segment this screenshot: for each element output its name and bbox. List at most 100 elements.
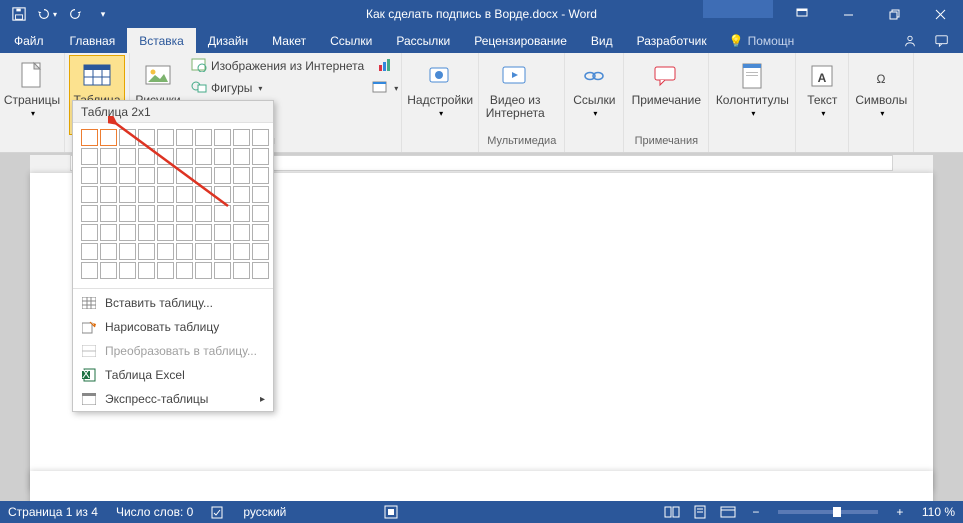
online-pictures-button[interactable]: Изображения из Интернета <box>184 55 371 77</box>
grid-cell[interactable] <box>233 243 250 260</box>
shapes-button[interactable]: Фигуры▾ <box>184 77 371 99</box>
header-footer-button[interactable]: Колонтитулы ▾ <box>713 55 791 135</box>
grid-cell[interactable] <box>138 205 155 222</box>
grid-cell[interactable] <box>81 243 98 260</box>
grid-cell[interactable] <box>119 262 136 279</box>
grid-cell[interactable] <box>195 224 212 241</box>
tab-layout[interactable]: Макет <box>260 28 318 53</box>
grid-cell[interactable] <box>138 243 155 260</box>
comments-pane-button[interactable] <box>927 28 957 53</box>
grid-cell[interactable] <box>100 167 117 184</box>
grid-cell[interactable] <box>176 148 193 165</box>
status-words[interactable]: Число слов: 0 <box>108 501 201 523</box>
grid-cell[interactable] <box>157 167 174 184</box>
undo-icon[interactable]: ▾ <box>34 2 60 26</box>
grid-cell[interactable] <box>157 224 174 241</box>
grid-cell[interactable] <box>195 186 212 203</box>
grid-cell[interactable] <box>176 167 193 184</box>
grid-cell[interactable] <box>81 167 98 184</box>
redo-icon[interactable] <box>62 2 88 26</box>
draw-table-item[interactable]: Нарисовать таблицу <box>73 315 273 339</box>
grid-cell[interactable] <box>157 129 174 146</box>
grid-cell[interactable] <box>138 167 155 184</box>
grid-cell[interactable] <box>100 205 117 222</box>
web-layout-icon[interactable] <box>714 501 742 523</box>
grid-cell[interactable] <box>252 148 269 165</box>
zoom-slider[interactable] <box>778 510 878 514</box>
pages-button[interactable]: Страницы ▾ <box>4 55 60 135</box>
text-button[interactable]: A Текст ▾ <box>800 55 844 135</box>
save-icon[interactable] <box>6 2 32 26</box>
online-video-button[interactable]: Видео из Интернета <box>483 55 547 135</box>
tell-me[interactable]: 💡Помощн <box>719 28 805 53</box>
grid-cell[interactable] <box>214 167 231 184</box>
tab-references[interactable]: Ссылки <box>318 28 384 53</box>
grid-cell[interactable] <box>157 243 174 260</box>
status-page[interactable]: Страница 1 из 4 <box>0 501 106 523</box>
grid-cell[interactable] <box>176 186 193 203</box>
grid-cell[interactable] <box>119 167 136 184</box>
grid-cell[interactable] <box>138 262 155 279</box>
screenshot-button[interactable]: ▾ <box>373 77 397 99</box>
grid-cell[interactable] <box>252 224 269 241</box>
table-size-grid[interactable] <box>81 129 265 280</box>
grid-cell[interactable] <box>233 224 250 241</box>
grid-cell[interactable] <box>252 262 269 279</box>
zoom-out-icon[interactable]: − <box>742 501 770 523</box>
links-button[interactable]: Ссылки ▾ <box>569 55 619 135</box>
grid-cell[interactable] <box>100 224 117 241</box>
grid-cell[interactable] <box>214 243 231 260</box>
grid-cell[interactable] <box>157 186 174 203</box>
grid-cell[interactable] <box>214 262 231 279</box>
grid-cell[interactable] <box>119 205 136 222</box>
grid-cell[interactable] <box>138 186 155 203</box>
share-button[interactable] <box>895 28 925 53</box>
grid-cell[interactable] <box>119 148 136 165</box>
grid-cell[interactable] <box>100 186 117 203</box>
tab-file[interactable]: Файл <box>0 28 58 53</box>
grid-cell[interactable] <box>176 205 193 222</box>
grid-cell[interactable] <box>100 148 117 165</box>
grid-cell[interactable] <box>195 243 212 260</box>
grid-cell[interactable] <box>252 186 269 203</box>
grid-cell[interactable] <box>195 148 212 165</box>
status-language[interactable]: русский <box>235 501 294 523</box>
grid-cell[interactable] <box>176 262 193 279</box>
grid-cell[interactable] <box>252 205 269 222</box>
comment-button[interactable]: Примечание <box>628 55 704 135</box>
grid-cell[interactable] <box>81 186 98 203</box>
grid-cell[interactable] <box>119 186 136 203</box>
quick-tables-item[interactable]: Экспресс-таблицы▸ <box>73 387 273 411</box>
tab-insert[interactable]: Вставка <box>127 28 196 53</box>
grid-cell[interactable] <box>176 243 193 260</box>
tab-developer[interactable]: Разработчик <box>625 28 719 53</box>
grid-cell[interactable] <box>195 129 212 146</box>
grid-cell[interactable] <box>100 243 117 260</box>
grid-cell[interactable] <box>214 129 231 146</box>
read-mode-icon[interactable] <box>658 501 686 523</box>
grid-cell[interactable] <box>81 129 98 146</box>
status-spell[interactable] <box>203 501 233 523</box>
grid-cell[interactable] <box>138 224 155 241</box>
grid-cell[interactable] <box>252 167 269 184</box>
grid-cell[interactable] <box>81 148 98 165</box>
ribbon-options-icon[interactable] <box>779 0 825 28</box>
insert-table-item[interactable]: Вставить таблицу... <box>73 291 273 315</box>
grid-cell[interactable] <box>119 224 136 241</box>
grid-cell[interactable] <box>100 129 117 146</box>
status-macro[interactable] <box>376 501 406 523</box>
grid-cell[interactable] <box>214 186 231 203</box>
minimize-icon[interactable] <box>825 0 871 28</box>
grid-cell[interactable] <box>233 186 250 203</box>
grid-cell[interactable] <box>157 205 174 222</box>
tab-view[interactable]: Вид <box>579 28 625 53</box>
grid-cell[interactable] <box>119 129 136 146</box>
grid-cell[interactable] <box>195 262 212 279</box>
tab-design[interactable]: Дизайн <box>196 28 260 53</box>
grid-cell[interactable] <box>214 224 231 241</box>
grid-cell[interactable] <box>195 167 212 184</box>
grid-cell[interactable] <box>233 205 250 222</box>
grid-cell[interactable] <box>81 224 98 241</box>
grid-cell[interactable] <box>214 148 231 165</box>
grid-cell[interactable] <box>233 129 250 146</box>
